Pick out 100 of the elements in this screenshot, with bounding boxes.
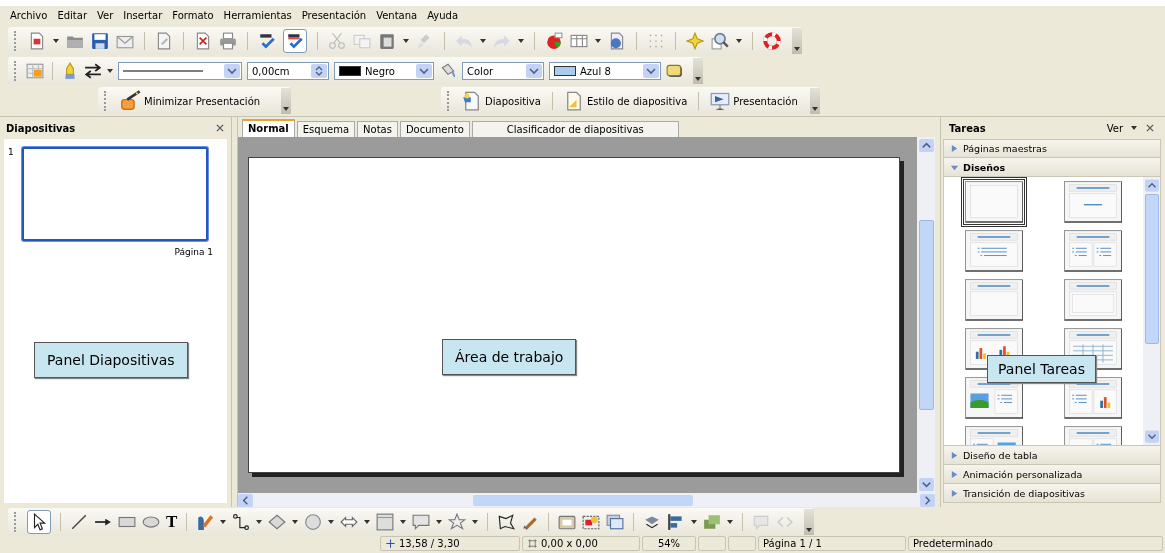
layout-thumbnail[interactable] — [960, 177, 1027, 227]
pdf-document-icon[interactable] — [194, 32, 212, 50]
scroll-up-icon[interactable] — [918, 139, 934, 152]
panel-section-header[interactable]: Animación personalizada — [943, 465, 1161, 484]
panel-section-header[interactable]: Diseños — [943, 158, 1161, 177]
position-icon[interactable] — [385, 538, 396, 549]
panel-section-header[interactable]: Páginas maestras — [943, 139, 1161, 158]
shadow-icon[interactable] — [666, 62, 684, 80]
paint-bucket-icon[interactable] — [439, 62, 457, 80]
caret-icon[interactable] — [691, 519, 698, 525]
line-style-select[interactable] — [118, 62, 242, 80]
horizontal-scrollbar[interactable] — [238, 493, 935, 507]
caret-icon[interactable] — [472, 519, 479, 525]
table-icon[interactable] — [570, 32, 588, 50]
caret-icon[interactable] — [595, 38, 601, 44]
caret-icon[interactable] — [480, 38, 486, 44]
edit-document-icon[interactable] — [155, 32, 173, 50]
close-icon[interactable] — [215, 123, 225, 133]
speech-bubble-icon[interactable] — [412, 513, 431, 531]
scroll-down-icon[interactable] — [1144, 430, 1159, 443]
line-width-field[interactable]: 0,00cm — [247, 62, 329, 80]
toolbar-overflow-button[interactable] — [281, 88, 292, 114]
panel-section-header[interactable]: Diseño de tabla — [943, 446, 1161, 465]
line-color-select[interactable]: Negro — [334, 62, 434, 80]
area-fill-select[interactable]: Azul 8 — [549, 62, 661, 80]
star-icon[interactable] — [448, 513, 467, 531]
status-zoom[interactable]: 54% — [642, 536, 696, 551]
menu-item[interactable]: Ventana — [376, 8, 418, 24]
lifebuoy-icon[interactable] — [763, 32, 781, 50]
toolbar-overflow-button[interactable] — [809, 88, 820, 114]
menu-item[interactable]: Editar — [57, 8, 87, 24]
toolbar-overflow-button[interactable] — [804, 509, 815, 535]
new-document-icon[interactable] — [28, 32, 46, 50]
ellipse-icon[interactable] — [142, 513, 160, 531]
toolbar-button[interactable]: Estilo de diapositiva — [560, 88, 691, 114]
gallery-icon[interactable] — [606, 513, 625, 531]
spellcheck-underline-icon[interactable] — [286, 32, 304, 50]
caret-icon[interactable] — [364, 519, 371, 525]
zoom-icon[interactable] — [711, 32, 729, 50]
menu-item[interactable]: Ayuda — [427, 8, 459, 24]
caret-icon[interactable] — [403, 38, 409, 44]
caret-icon[interactable] — [256, 519, 263, 525]
menu-item[interactable]: Insertar — [123, 8, 163, 24]
toolbar-overflow-button[interactable] — [693, 58, 703, 84]
wand-icon[interactable] — [119, 90, 141, 112]
view-tab[interactable]: Esquema — [296, 121, 356, 137]
scroll-left-icon[interactable] — [238, 493, 253, 507]
caret-icon[interactable] — [220, 519, 227, 525]
area-style-select[interactable]: Color — [462, 62, 544, 80]
menu-item[interactable]: Presentación — [301, 8, 367, 24]
arrows-icon[interactable] — [84, 62, 102, 80]
printer-icon[interactable] — [219, 32, 237, 50]
caret-icon[interactable] — [53, 38, 59, 44]
caret-icon[interactable] — [328, 519, 335, 525]
caret-icon[interactable] — [292, 519, 299, 525]
caret-icon[interactable] — [400, 519, 407, 525]
slide-thumbnail[interactable] — [22, 147, 208, 241]
connector-icon[interactable] — [232, 513, 251, 531]
arrange-icon[interactable] — [703, 513, 722, 531]
star-icon[interactable] — [686, 32, 704, 50]
caret-icon[interactable] — [107, 68, 113, 74]
flowchart-icon[interactable] — [376, 513, 395, 531]
spinner-arrows-icon[interactable] — [311, 64, 327, 78]
caret-icon[interactable] — [736, 38, 742, 44]
scroll-up-icon[interactable] — [1144, 179, 1159, 192]
size-icon[interactable] — [527, 538, 538, 549]
menu-item[interactable]: Ver — [97, 8, 114, 24]
save-icon[interactable] — [91, 32, 109, 50]
scroll-right-icon[interactable] — [920, 493, 935, 507]
panel-section-header[interactable]: Transición de diapositivas — [943, 484, 1161, 503]
clipboard-icon[interactable] — [378, 32, 396, 50]
image-icon[interactable] — [582, 513, 601, 531]
text-box-icon[interactable] — [558, 513, 577, 531]
view-tab[interactable]: Notas — [357, 121, 398, 137]
text-tool[interactable]: T — [166, 513, 178, 531]
caret-icon[interactable] — [518, 38, 524, 44]
view-tab[interactable]: Normal — [242, 119, 295, 137]
vertical-scrollbar[interactable] — [917, 137, 935, 493]
caret-icon[interactable] — [727, 519, 734, 525]
toolbar-overflow-button[interactable] — [792, 28, 802, 54]
view-tab[interactable]: Documento — [399, 121, 470, 137]
toolbar-button[interactable]: Diapositiva — [459, 88, 544, 114]
spellcheck-icon[interactable] — [258, 32, 276, 50]
caret-icon[interactable] — [1131, 125, 1137, 131]
menu-item[interactable]: Herramientas — [223, 8, 292, 24]
diamond-icon[interactable] — [268, 513, 287, 531]
pie-chart-icon[interactable] — [545, 32, 563, 50]
polygon-icon[interactable] — [497, 513, 516, 531]
menu-item[interactable]: Archivo — [10, 8, 48, 24]
circle-icon[interactable] — [304, 513, 323, 531]
menu-item[interactable]: Formato — [172, 8, 214, 24]
globe-document-icon[interactable] — [608, 32, 626, 50]
toolbar-button[interactable]: Presentación — [707, 88, 801, 114]
projector-screen-icon[interactable] — [710, 91, 731, 111]
caret-icon[interactable] — [436, 519, 443, 525]
vertical-scrollbar[interactable] — [1143, 177, 1160, 445]
view-menu[interactable]: Ver — [1106, 122, 1123, 134]
pencil-curve-icon[interactable] — [196, 513, 215, 531]
scroll-down-icon[interactable] — [918, 478, 934, 491]
line-icon[interactable] — [70, 513, 88, 531]
